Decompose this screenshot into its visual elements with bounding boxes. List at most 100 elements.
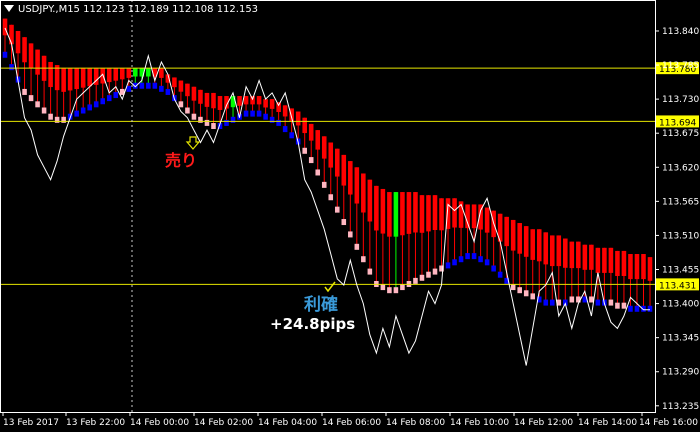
- cloud-lower-block: [426, 271, 431, 278]
- cloud-lower-block: [41, 107, 47, 114]
- cloud-lower-block: [400, 284, 405, 291]
- cloud-upper-block: [119, 68, 125, 80]
- cloud-lower-block: [126, 85, 132, 92]
- cloud-upper-block: [113, 68, 119, 81]
- cloud-lower-block: [106, 95, 112, 102]
- cloud-lower-block: [497, 271, 503, 278]
- cloud-lower-block: [185, 107, 190, 114]
- cloud-upper-block: [393, 192, 399, 237]
- triangle-down-icon[interactable]: [4, 5, 14, 12]
- x-tick-label: 14 Feb 02:00: [194, 418, 253, 428]
- cloud-lower-block: [2, 51, 8, 58]
- cloud-lower-block: [393, 287, 399, 294]
- cloud-upper-block: [276, 102, 281, 112]
- cloud-lower-block: [9, 64, 14, 71]
- cloud-upper-block: [9, 24, 14, 45]
- cloud-lower-block: [302, 147, 307, 154]
- cloud-upper-block: [28, 43, 34, 69]
- cloud-upper-block: [80, 68, 86, 88]
- cloud-upper-block: [146, 68, 151, 77]
- cloud-lower-block: [634, 305, 640, 312]
- cloud-upper-block: [74, 68, 79, 90]
- cloud-upper-block: [328, 142, 334, 168]
- cloud-lower-block: [621, 302, 627, 309]
- cloud-upper-block: [608, 247, 614, 273]
- cloud-lower-block: [549, 299, 555, 306]
- take-profit-annotation: 利確: [304, 295, 338, 315]
- cloud-upper-block: [106, 68, 112, 83]
- y-tick-label: 113.455: [662, 266, 699, 276]
- cloud-upper-block: [595, 247, 601, 273]
- x-tick-label: 14 Feb 16:00: [639, 418, 698, 428]
- cloud-upper-block: [569, 241, 575, 269]
- cloud-lower-block: [380, 284, 386, 291]
- y-tick-label: 113.620: [662, 163, 699, 173]
- cloud-lower-block: [341, 219, 347, 226]
- cloud-lower-block: [263, 113, 268, 120]
- cloud-lower-block: [523, 290, 529, 297]
- cloud-lower-block: [484, 259, 490, 266]
- cloud-lower-block: [146, 82, 151, 89]
- cloud-upper-block: [354, 167, 360, 204]
- cloud-upper-block: [523, 226, 529, 257]
- x-tick-label: 13 Feb 2017: [3, 418, 59, 428]
- cloud-upper-block: [621, 250, 627, 277]
- cloud-upper-block: [628, 254, 633, 280]
- time-axis: 13 Feb 2017 13 Feb 22:00 14 Feb 00:00 14 Fe…: [2, 412, 698, 428]
- cloud-upper-block: [321, 136, 327, 159]
- cloud-lower-block: [152, 82, 158, 89]
- x-tick-label: 14 Feb 12:00: [514, 418, 573, 428]
- cloud-upper-block: [419, 195, 425, 233]
- y-tick-label: 113.235: [662, 402, 699, 412]
- cloud-lower-block: [211, 123, 216, 130]
- cloud-lower-block: [22, 88, 27, 95]
- cloud-lower-block: [608, 299, 614, 306]
- cloud-upper-block: [172, 77, 177, 88]
- cloud-upper-block: [426, 195, 431, 232]
- cloud-upper-block: [374, 185, 379, 231]
- cloud-lower-block: [445, 262, 451, 269]
- cloud-upper-block: [35, 49, 40, 75]
- cloud-lower-block: [465, 253, 470, 260]
- x-tick-label: 14 Feb 14:00: [578, 418, 637, 428]
- cloud-upper-block: [647, 257, 653, 281]
- cloud-upper-block: [159, 68, 164, 78]
- chart-frame: [0, 0, 656, 413]
- cloud-lower-block: [191, 113, 197, 120]
- cloud-lower-block: [159, 85, 164, 92]
- cloud-lower-block: [517, 287, 522, 294]
- cloud-upper-block: [126, 68, 132, 78]
- cloud-lower-block: [348, 231, 353, 238]
- cloud-upper-block: [315, 130, 321, 150]
- cloud-upper-block: [380, 188, 386, 234]
- cloud-lower-block: [458, 256, 464, 263]
- cloud-upper-block: [387, 192, 392, 237]
- cloud-upper-block: [282, 105, 288, 117]
- y-tick-label: 113.290: [662, 368, 699, 378]
- cloud-upper-block: [302, 117, 307, 134]
- cloud-lower-block: [224, 119, 229, 126]
- cloud-upper-block: [178, 80, 184, 92]
- x-tick-label: 14 Feb 04:00: [258, 418, 317, 428]
- cloud-lower-block: [139, 82, 145, 89]
- indicator-cloud: [2, 18, 653, 312]
- cloud-lower-block: [491, 265, 496, 272]
- cloud-lower-block: [543, 299, 549, 306]
- cloud-lower-block: [647, 305, 653, 312]
- cloud-upper-block: [269, 99, 275, 109]
- cloud-upper-block: [484, 207, 490, 233]
- cloud-upper-block: [237, 96, 242, 106]
- cloud-lower-block: [354, 243, 360, 250]
- y-tick-label: 113.730: [662, 95, 699, 105]
- cloud-lower-block: [178, 101, 184, 108]
- cloud-lower-block: [413, 277, 418, 284]
- y-tick-label: 113.785: [662, 61, 699, 71]
- cloud-lower-block: [74, 110, 79, 117]
- cloud-upper-block: [510, 219, 516, 251]
- cloud-lower-block: [589, 296, 594, 303]
- cloud-upper-block: [452, 198, 457, 228]
- cloud-lower-block: [419, 274, 425, 281]
- cloud-lower-block: [165, 88, 171, 95]
- y-tick-label: 113.510: [662, 231, 699, 241]
- cloud-lower-block: [204, 119, 210, 126]
